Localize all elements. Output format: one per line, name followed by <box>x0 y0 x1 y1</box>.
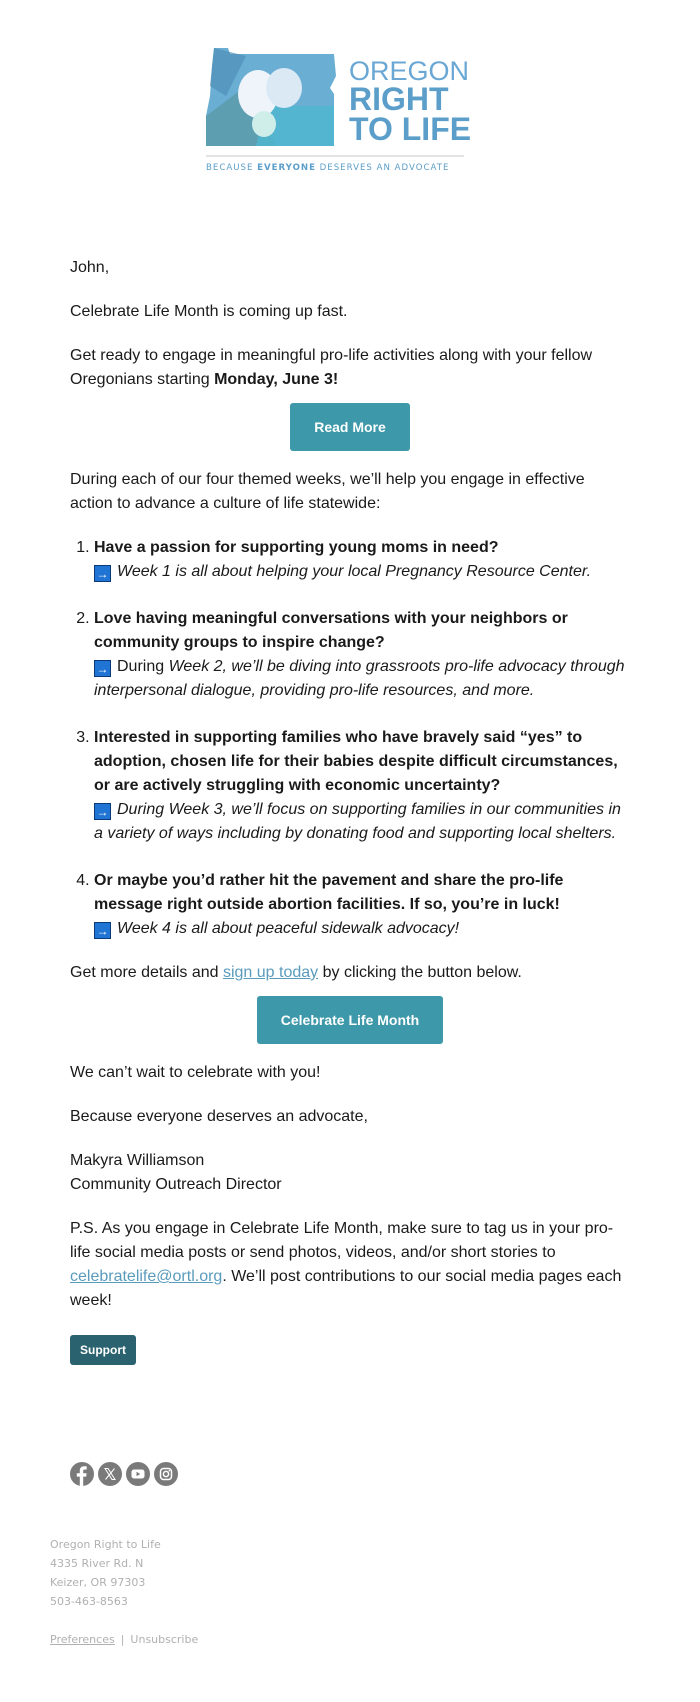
instagram-icon[interactable] <box>154 1462 178 1486</box>
email-link[interactable]: celebratelife@ortl.org <box>70 1268 222 1285</box>
signoff-text: Because everyone deserves an advocate, <box>70 1108 368 1125</box>
arrow-right-icon: → <box>94 922 111 939</box>
separator: | <box>120 1633 125 1646</box>
footer-org: Oregon Right to Life <box>50 1538 161 1551</box>
ready-text: Get ready to engage in meaningful pro-li… <box>70 347 593 388</box>
list-item: Interested in supporting families who ha… <box>94 726 630 846</box>
youtube-icon[interactable] <box>126 1462 150 1486</box>
signer-title: Community Outreach Director <box>70 1176 282 1193</box>
week-question: Love having meaningful conversations wit… <box>94 610 568 651</box>
svg-text:BECAUSE EVERYONE DESERVES AN A: BECAUSE EVERYONE DESERVES AN ADVOCATE <box>206 163 449 173</box>
weeks-list: Have a passion for supporting young moms… <box>70 536 630 941</box>
weeks-intro: During each of our four themed weeks, we… <box>70 471 585 512</box>
week-question: Have a passion for supporting young moms… <box>94 539 499 556</box>
start-date: Monday, June 3! <box>214 371 339 388</box>
intro-text: Celebrate Life Month is coming up fast. <box>70 303 348 320</box>
read-more-button[interactable]: Read More <box>290 403 410 451</box>
x-icon[interactable] <box>98 1462 122 1486</box>
preferences-link[interactable]: Preferences <box>50 1633 115 1646</box>
footer-phone: 503-463-8563 <box>50 1595 128 1608</box>
closing-text: We can’t wait to celebrate with you! <box>70 1064 321 1081</box>
list-item: Have a passion for supporting young moms… <box>94 536 630 584</box>
week-question: Interested in supporting families who ha… <box>94 729 618 794</box>
greeting: John, <box>70 259 110 276</box>
footer-address-1: 4335 River Rd. N <box>50 1557 144 1570</box>
list-item: Love having meaningful conversations wit… <box>94 607 630 703</box>
footer: Oregon Right to Life 4335 River Rd. N Ke… <box>50 1535 198 1649</box>
week-detail: During Week 3, we’ll focus on supporting… <box>94 801 621 842</box>
list-item: Or maybe you’d rather hit the pavement a… <box>94 869 630 941</box>
footer-address-2: Keizer, OR 97303 <box>50 1576 146 1589</box>
org-logo: OREGON RIGHT TO LIFE BECAUSE EVERYONE DE… <box>206 46 496 191</box>
week-detail: Week 1 is all about helping your local P… <box>117 563 592 580</box>
facebook-icon[interactable] <box>70 1462 94 1486</box>
sign-up-link[interactable]: sign up today <box>223 964 318 981</box>
arrow-right-icon: → <box>94 565 111 582</box>
signer-name: Makyra Williamson <box>70 1152 205 1169</box>
support-button[interactable]: Support <box>70 1335 136 1365</box>
details-text: Get more details and sign up today by cl… <box>70 964 522 981</box>
svg-text:TO LIFE: TO LIFE <box>349 111 471 147</box>
social-links <box>70 1462 178 1486</box>
oregon-state-hands-icon: OREGON RIGHT TO LIFE BECAUSE EVERYONE DE… <box>206 48 471 173</box>
email-body: John, Celebrate Life Month is coming up … <box>70 256 630 1365</box>
unsubscribe-link[interactable]: Unsubscribe <box>130 1633 198 1646</box>
arrow-right-icon: → <box>94 660 111 677</box>
week-question: Or maybe you’d rather hit the pavement a… <box>94 872 564 913</box>
footer-links: Preferences | Unsubscribe <box>50 1630 198 1649</box>
celebrate-life-month-button[interactable]: Celebrate Life Month <box>257 996 443 1044</box>
ps-text: P.S. As you engage in Celebrate Life Mon… <box>70 1220 622 1309</box>
arrow-right-icon: → <box>94 803 111 820</box>
week-detail: Week 2, we’ll be diving into grassroots … <box>94 658 625 699</box>
week-detail: Week 4 is all about peaceful sidewalk ad… <box>117 920 460 937</box>
